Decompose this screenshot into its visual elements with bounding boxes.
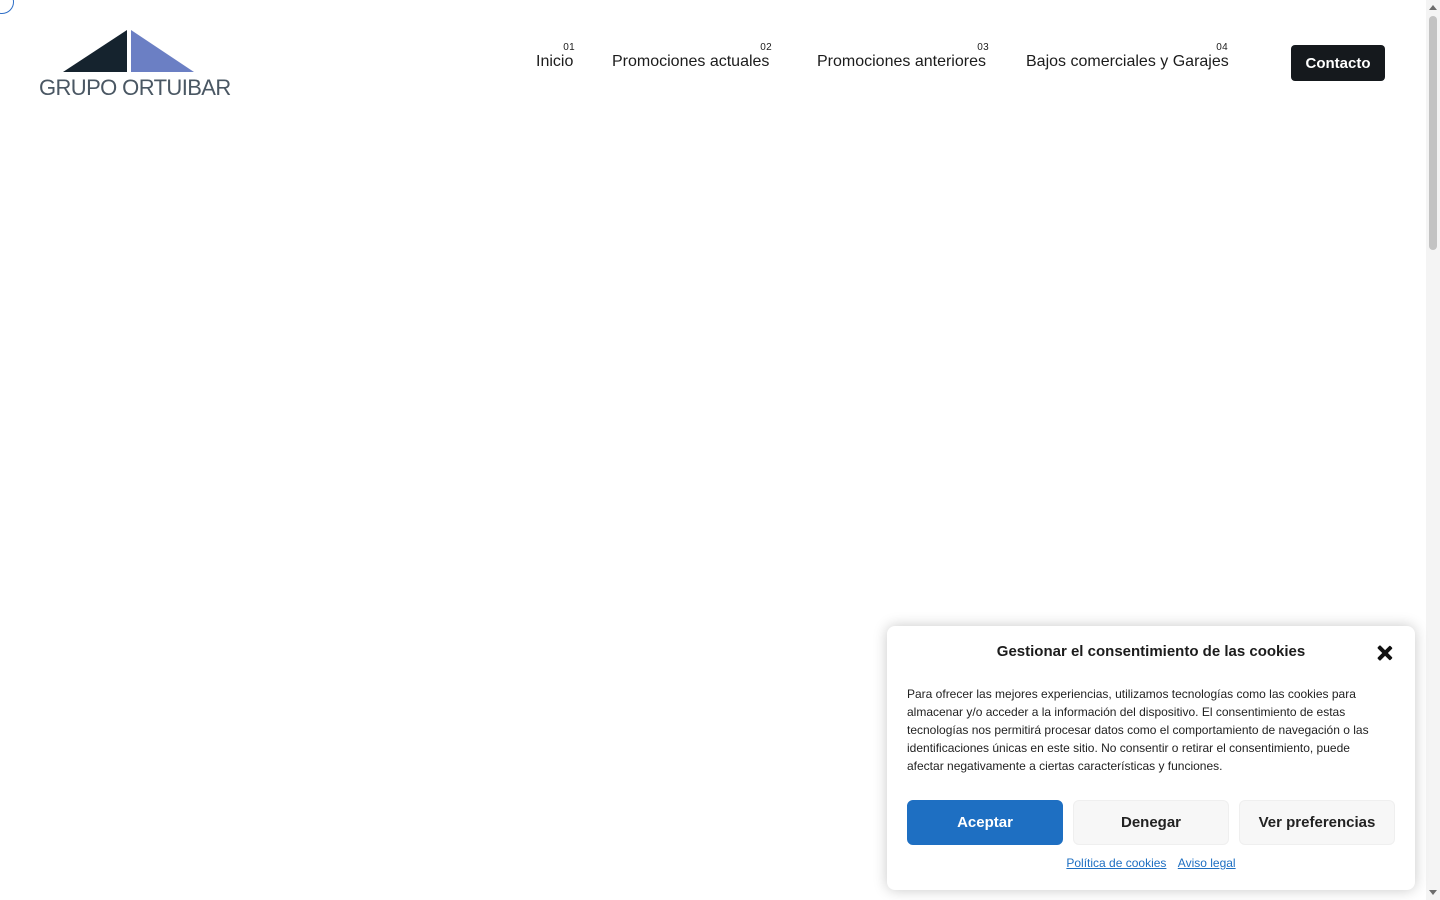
site-header: GRUPO ORTUIBAR 01 Inicio 02 Promociones … xyxy=(0,0,1426,125)
legal-notice-link[interactable]: Aviso legal xyxy=(1178,856,1236,870)
nav-item-label: Promociones anteriores xyxy=(817,53,986,70)
nav-item-bajos-comerciales[interactable]: 04 Bajos comerciales y Garajes xyxy=(1026,40,1229,80)
nav-item-promociones-anteriores[interactable]: 03 Promociones anteriores xyxy=(817,40,989,80)
cookie-dialog-title: Gestionar el consentimiento de las cooki… xyxy=(996,643,1306,660)
nav-item-label: Inicio xyxy=(536,53,574,70)
deny-cookies-button[interactable]: Denegar xyxy=(1073,800,1229,845)
nav-item-label: Promociones actuales xyxy=(612,53,770,70)
nav-item-label: Bajos comerciales y Garajes xyxy=(1026,53,1229,70)
scrollbar-thumb[interactable] xyxy=(1429,16,1437,250)
brand-logo[interactable]: GRUPO ORTUIBAR xyxy=(39,29,231,100)
nav-item-number: 01 xyxy=(563,42,575,53)
nav-item-inicio[interactable]: 01 Inicio xyxy=(536,40,575,80)
cookie-dialog-actions: Aceptar Denegar Ver preferencias xyxy=(907,800,1395,845)
brand-name: GRUPO ORTUIBAR xyxy=(39,75,231,100)
scroll-up-icon[interactable] xyxy=(1429,5,1437,10)
cookie-consent-dialog: Gestionar el consentimiento de las cooki… xyxy=(887,626,1415,890)
nav-item-promociones-actuales[interactable]: 02 Promociones actuales xyxy=(612,40,772,80)
nav-item-number: 02 xyxy=(760,42,772,53)
accept-cookies-button[interactable]: Aceptar xyxy=(907,800,1063,845)
scroll-down-icon[interactable] xyxy=(1429,890,1437,895)
page-scrollbar[interactable] xyxy=(1426,0,1440,900)
cookie-dialog-links: Política de cookies Aviso legal xyxy=(887,856,1415,870)
cookie-policy-link[interactable]: Política de cookies xyxy=(1066,856,1166,870)
nav-item-number: 03 xyxy=(977,42,989,53)
close-icon[interactable] xyxy=(1375,643,1395,663)
cookie-dialog-text: Para ofrecer las mejores experiencias, u… xyxy=(907,687,1369,773)
page: GRUPO ORTUIBAR 01 Inicio 02 Promociones … xyxy=(0,0,1440,900)
contact-button[interactable]: Contacto xyxy=(1291,45,1385,81)
logo-triangles-icon xyxy=(63,30,194,72)
nav-item-number: 04 xyxy=(1216,42,1228,53)
view-preferences-button[interactable]: Ver preferencias xyxy=(1239,800,1395,845)
